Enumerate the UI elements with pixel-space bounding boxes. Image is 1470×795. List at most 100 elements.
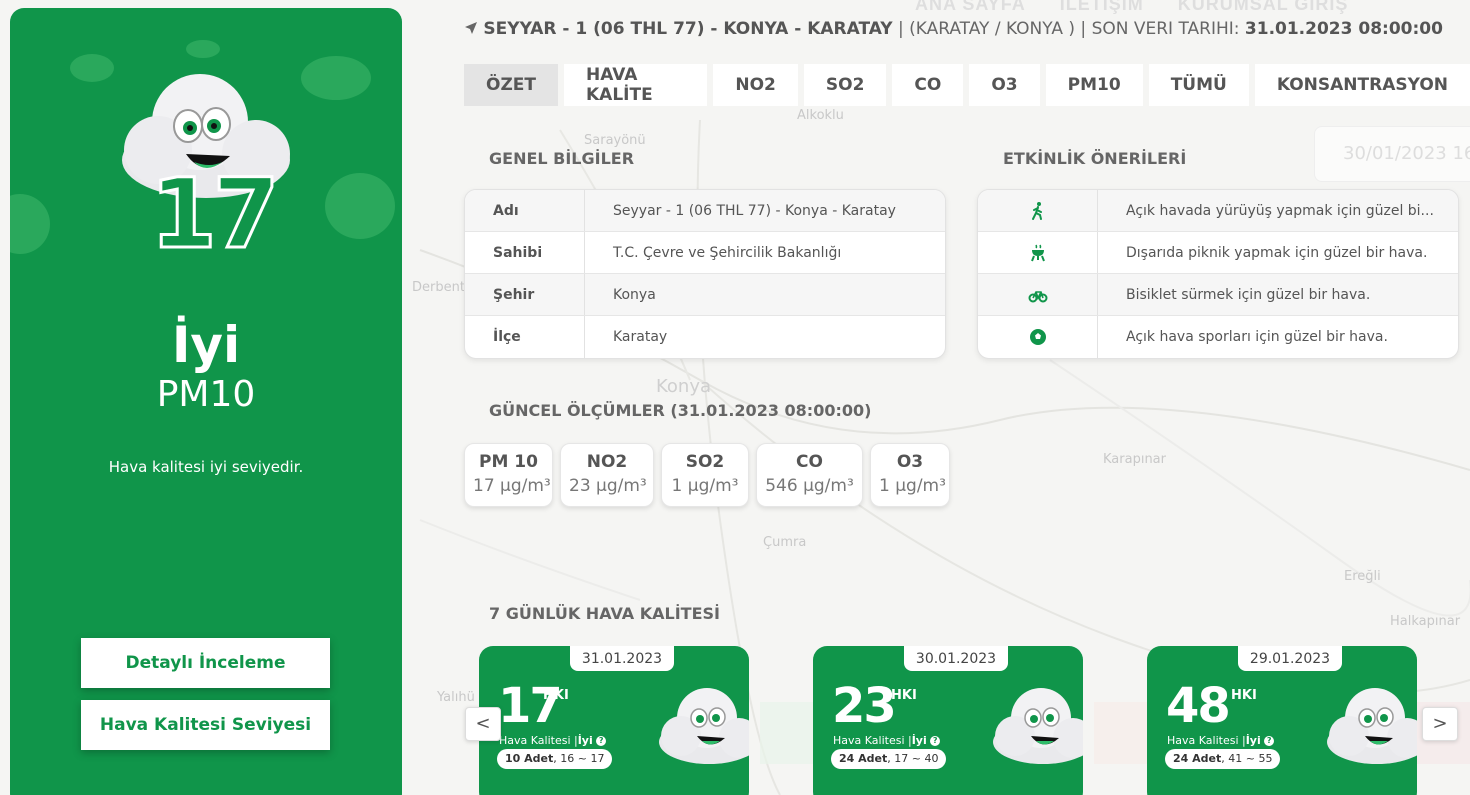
nav-corporate-login-link[interactable]: KURUMSAL GİRİŞ (1178, 0, 1349, 14)
day-count-badge: 24 Adet, 17 ~ 40 (831, 749, 947, 769)
activity-text: Dışarıda piknik yapmak için güzel bir ha… (1126, 244, 1428, 261)
measurement-chip[interactable]: NO2 23 µg/m³ (560, 443, 654, 507)
day-count-badge: 10 Adet, 16 ~ 17 (497, 749, 613, 769)
last-data-value: 31.01.2023 08:00:00 (1244, 19, 1443, 39)
tab-ozet[interactable]: ÖZET (464, 64, 558, 106)
map-label-cumra: Çumra (763, 535, 807, 550)
tab-so2[interactable]: SO2 (803, 64, 887, 106)
tab-pm10[interactable]: PM10 (1045, 64, 1143, 106)
seven-day-title: 7 GÜNLÜK HAVA KALİTESİ (489, 604, 720, 623)
bicycle-icon (978, 274, 1098, 315)
day-aqi-value: 23 (832, 678, 897, 734)
nav-home-link[interactable]: ANA SAYFA (915, 0, 1026, 14)
day-quality: Hava Kalitesi |İyi ? (1167, 734, 1275, 747)
measurement-name: NO2 (586, 452, 628, 472)
tab-no2[interactable]: NO2 (713, 64, 798, 106)
station-location: (KARATAY / KONYA ) (909, 19, 1076, 39)
measurement-value: 23 µg/m³ (569, 476, 647, 496)
measurement-name: O3 (896, 452, 924, 472)
activity-suggestions-table: Açık havada yürüyüş yapmak için güzel bi… (977, 189, 1459, 359)
aqi-summary-panel: 17 İyi PM10 Hava kalitesi iyi seviyedir.… (10, 8, 402, 795)
bg-cloud-decoration (10, 194, 50, 254)
activity-text: Açık havada yürüyüş yapmak için güzel bi… (1126, 202, 1434, 219)
measurement-value: 1 µg/m³ (671, 476, 739, 496)
quality-value: İyi (577, 734, 593, 747)
cloud-mascot-icon (659, 688, 749, 764)
measurement-value: 546 µg/m³ (765, 476, 854, 496)
day-quality: Hava Kalitesi |İyi ? (833, 734, 941, 747)
measurement-value: 1 µg/m³ (879, 476, 946, 496)
quality-label: Hava Kalitesi | (1167, 734, 1246, 747)
day-range: , 17 ~ 40 (887, 752, 939, 765)
day-aqi-unit: HKI (543, 688, 569, 703)
bg-cloud-decoration (186, 40, 220, 58)
activity-text: Bisiklet sürmek için güzel bir hava. (1126, 286, 1371, 303)
day-date: 31.01.2023 (570, 646, 674, 671)
info-key: Sahibi (465, 232, 585, 273)
bg-cloud-decoration (325, 173, 395, 239)
measurement-chip[interactable]: SO2 1 µg/m³ (661, 443, 749, 507)
tab-hava-kalite[interactable]: HAVA KALİTE (564, 64, 708, 106)
carousel-prev-button[interactable]: < (465, 707, 501, 741)
map-label-yalihu: Yalıhü (437, 690, 475, 705)
station-name: SEYYAR - 1 (06 THL 77) - KONYA - KARATAY (483, 19, 893, 39)
detailed-review-button[interactable]: Detaylı İnceleme (81, 638, 330, 688)
map-label-konya: Konya (656, 376, 712, 397)
map-label-alkoklu: Alkoklu (797, 108, 844, 123)
nav-contact-link[interactable]: İLETİŞİM (1060, 0, 1144, 14)
carousel-next-button[interactable]: > (1422, 707, 1458, 741)
map-label-halkapinar: Halkapınar (1390, 614, 1461, 629)
cloud-mascot-icon (1327, 688, 1417, 764)
activity-suggestions-title: ETKİNLİK ÖNERİLERİ (1003, 149, 1187, 168)
info-value: Seyyar - 1 (06 THL 77) - Konya - Karatay (613, 202, 896, 219)
measurement-chip[interactable]: CO 546 µg/m³ (756, 443, 863, 507)
measurement-chip[interactable]: PM 10 17 µg/m³ (464, 443, 553, 507)
activity-text: Açık hava sporları için güzel bir hava. (1126, 329, 1388, 345)
day-date: 29.01.2023 (1238, 646, 1342, 671)
table-row: Sahibi T.C. Çevre ve Şehircilik Bakanlığ… (465, 232, 945, 274)
measurement-name: PM 10 (479, 452, 538, 472)
measurement-name: CO (796, 452, 823, 472)
day-range: , 41 ~ 55 (1221, 752, 1273, 765)
measurement-chips: PM 10 17 µg/m³ NO2 23 µg/m³ SO2 1 µg/m³ … (464, 443, 950, 507)
tab-co[interactable]: CO (892, 64, 964, 106)
question-icon[interactable]: ? (596, 736, 607, 746)
table-row: Adı Seyyar - 1 (06 THL 77) - Konya - Kar… (465, 190, 945, 232)
aqi-big-value: 17 (149, 158, 282, 270)
day-aqi-unit: HKI (1231, 688, 1257, 703)
info-key: İlçe (465, 316, 585, 358)
quality-value: İyi (1245, 734, 1261, 747)
tab-tumu[interactable]: TÜMÜ (1148, 64, 1249, 106)
info-value: T.C. Çevre ve Şehircilik Bakanlığı (613, 244, 842, 261)
map-label-derbent: Derbent (412, 280, 465, 295)
measurement-name: SO2 (685, 452, 725, 472)
day-aqi-value: 48 (1166, 678, 1231, 734)
day-quality: Hava Kalitesi |İyi ? (499, 734, 607, 747)
header-separator: | (897, 19, 904, 39)
location-arrow-icon (465, 22, 477, 34)
grill-icon (978, 232, 1098, 273)
question-icon[interactable]: ? (1264, 736, 1275, 746)
day-card[interactable]: 29.01.2023 48 HKI Hava Kalitesi |İyi ? 2… (1147, 646, 1417, 795)
aqi-description: Hava kalitesi iyi seviyedir. (108, 458, 304, 476)
day-card[interactable]: 31.01.2023 17 HKI Hava Kalitesi |İyi ? 1… (479, 646, 749, 795)
measurement-chip[interactable]: O3 1 µg/m³ (870, 443, 950, 507)
table-row: Şehir Konya (465, 274, 945, 316)
walking-icon (978, 190, 1098, 231)
quality-label: Hava Kalitesi | (833, 734, 912, 747)
air-quality-level-button[interactable]: Hava Kalitesi Seviyesi (81, 700, 330, 750)
day-aqi-unit: HKI (891, 688, 917, 703)
day-card[interactable]: 30.01.2023 23 HKI Hava Kalitesi |İyi ? 2… (813, 646, 1083, 795)
table-row: Açık havada yürüyüş yapmak için güzel bi… (978, 190, 1458, 232)
dominant-pollutant-label: PM10 (156, 374, 256, 415)
pollutant-tabs: ÖZET HAVA KALİTE NO2 SO2 CO O3 PM10 TÜMÜ… (464, 64, 1470, 106)
tab-konsantrasyon[interactable]: KONSANTRASYON (1254, 64, 1470, 106)
day-count: 10 Adet (505, 752, 554, 765)
info-value: Karatay (613, 329, 668, 345)
question-icon[interactable]: ? (930, 736, 941, 746)
date-picker-input[interactable]: 30/01/2023 16 (1314, 126, 1470, 182)
last-data-label: SON VERI TARIHI: (1091, 19, 1240, 39)
info-value: Konya (613, 286, 656, 303)
map-label-eregli: Ereğli (1344, 569, 1381, 584)
tab-o3[interactable]: O3 (969, 64, 1040, 106)
